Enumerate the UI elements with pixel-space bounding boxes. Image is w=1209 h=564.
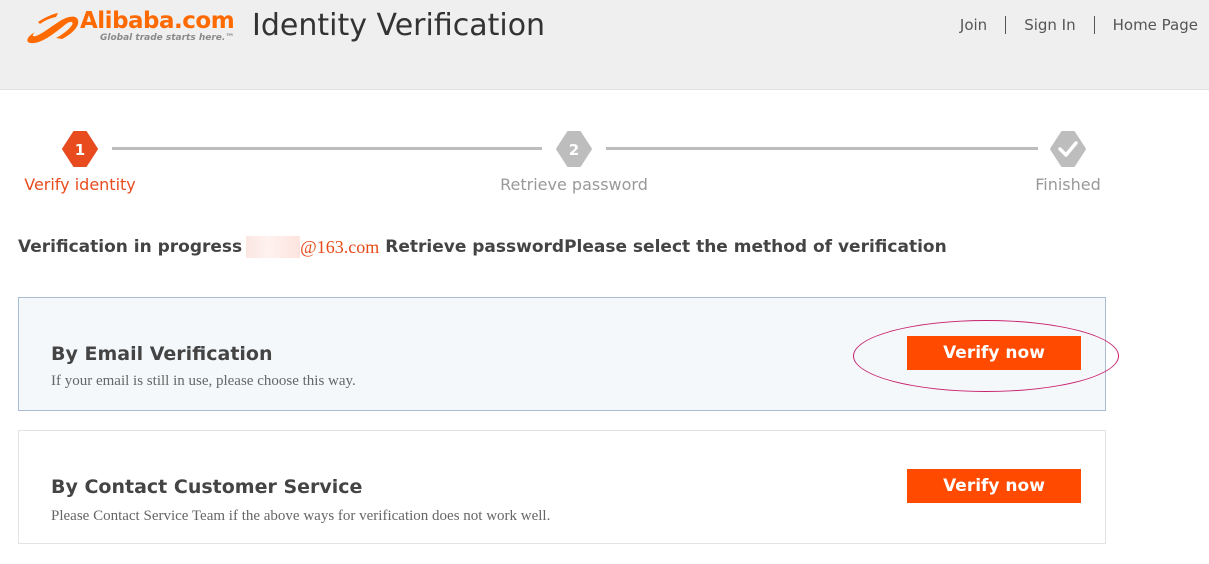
email-domain: @163.com <box>300 236 380 257</box>
option-description: Please Contact Service Team if the above… <box>51 508 551 524</box>
option-description: If your email is still in use, please ch… <box>51 373 356 389</box>
step-connector <box>112 147 542 150</box>
logo-tagline: Global trade starts here.™ <box>100 33 235 43</box>
page-header: Alibaba.com Global trade starts here.™ I… <box>0 0 1209 90</box>
sign-in-link[interactable]: Sign In <box>1024 16 1075 34</box>
step-connector <box>606 147 1038 150</box>
home-page-link[interactable]: Home Page <box>1113 16 1198 34</box>
email-verify-now-button[interactable]: Verify now <box>907 336 1081 370</box>
step-3-label: Finished <box>1035 175 1101 194</box>
logo-wordmark: Alibaba.com <box>80 8 235 34</box>
step-1-label: Verify identity <box>24 175 136 194</box>
option-title: By Email Verification <box>51 343 273 365</box>
verification-status: Verification in progress @163.com Retrie… <box>18 236 947 258</box>
nav-divider <box>1093 16 1095 34</box>
status-prefix: Verification in progress <box>18 237 243 257</box>
status-suffix: Retrieve passwordPlease select the metho… <box>385 237 947 257</box>
top-nav: Join Sign In Home Page <box>960 16 1198 34</box>
step-2-label: Retrieve password <box>500 175 648 194</box>
email-verification-option: By Email Verification If your email is s… <box>18 297 1106 411</box>
option-title: By Contact Customer Service <box>51 476 363 498</box>
service-verify-now-button[interactable]: Verify now <box>907 469 1081 503</box>
check-icon <box>1050 131 1086 167</box>
alibaba-logo[interactable]: Alibaba.com Global trade starts here.™ <box>22 8 237 48</box>
step-1-number: 1 <box>75 141 85 159</box>
progress-steps: 1 2 Verify identity Retrieve password Fi… <box>0 125 1209 205</box>
step-2-number: 2 <box>569 141 579 159</box>
nav-divider <box>1005 16 1007 34</box>
masked-email-user <box>246 236 301 258</box>
customer-service-option: By Contact Customer Service Please Conta… <box>18 430 1106 544</box>
step-1-icon: 1 <box>62 131 98 167</box>
step-2-icon: 2 <box>556 131 592 167</box>
alibaba-logo-mark-icon <box>27 13 79 44</box>
page-title: Identity Verification <box>252 8 546 43</box>
join-link[interactable]: Join <box>960 16 987 34</box>
